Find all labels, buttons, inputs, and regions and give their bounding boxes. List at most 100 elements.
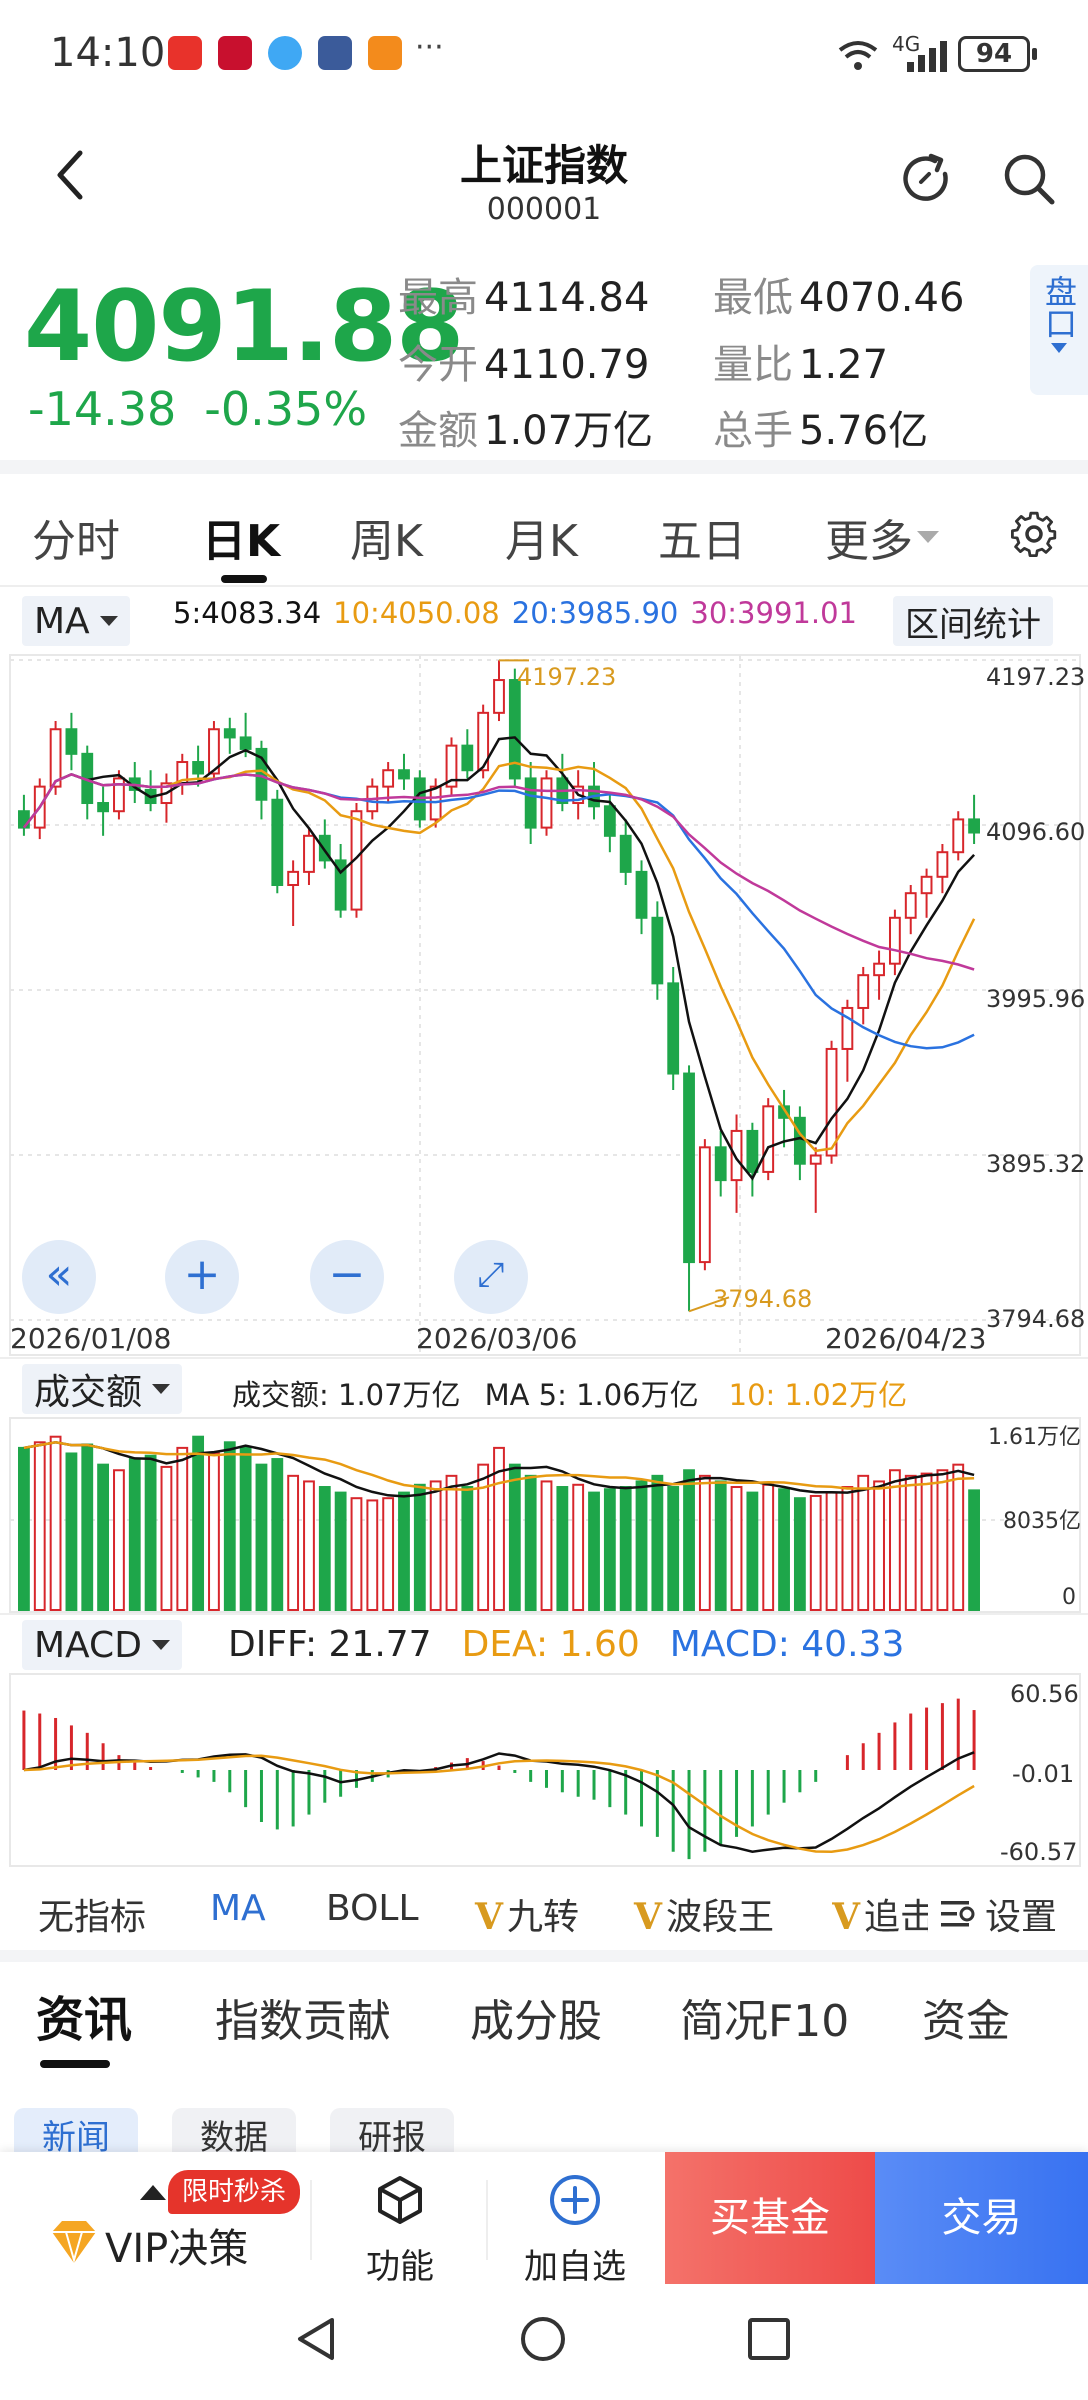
macd-y-label: -60.57 [1000,1838,1078,1866]
volume-bar [208,1452,220,1612]
features-button[interactable]: 功能 [340,2152,460,2287]
diamond-icon [52,2221,96,2264]
indicator-none[interactable]: 无指标 [38,1888,146,1940]
kline-y-label: 3995.96 [986,985,1086,1013]
macd-diff: DIFF: 21.77 [228,1624,432,1665]
tab-profile-f10[interactable]: 简况F10 [680,1985,849,2049]
candle-body [97,802,110,813]
volume-bar [33,1441,46,1611]
tab-capital-flow[interactable]: 资金 [922,1985,1010,2049]
date-label: 2026/01/08 [10,1322,172,1355]
fullscreen-icon[interactable]: ⤢ [454,1240,528,1314]
vip-label: VIP决策 [105,2226,249,2272]
candle-body [651,916,664,985]
volume-bar [192,1435,205,1612]
volume-legend: 成交额: 1.07万亿 MA 5: 1.06万亿 10: 1.02万亿 [232,1372,907,1414]
candle-body [493,679,505,714]
zoom-in-button[interactable]: + [165,1240,239,1314]
bar-separator [486,2180,488,2260]
candle-body [635,870,648,919]
volume-bar [556,1486,569,1612]
bar-separator [310,2180,312,2260]
volume-bar [382,1497,395,1611]
cube-icon [378,2176,422,2224]
macd-legend: DIFF: 21.77 DEA: 1.60 MACD: 40.33 [228,1624,904,1665]
chart-area[interactable] [0,0,1088,1880]
settings-list-icon [941,1901,975,1927]
kline-frame [9,654,1081,1356]
volume-y-label: 0 [1062,1585,1076,1610]
macd-selector[interactable]: MACD [22,1620,182,1670]
volume-bar [888,1469,901,1611]
indicator-label: 波段王 [665,1897,774,1938]
kline-y-label: 3794.68 [986,1305,1086,1333]
volume-bar [540,1480,553,1612]
plus-circle-icon [550,2175,600,2225]
volume-bar [619,1486,632,1612]
candle-body [952,818,965,854]
chevron-down-icon [152,1384,171,1394]
volume-bar [461,1486,474,1612]
tab-constituents[interactable]: 成分股 [470,1985,602,2049]
volume-y-label: 8035亿 [1003,1509,1081,1534]
candle-body [398,769,410,780]
indicator-settings[interactable]: 设置 [935,1888,1058,1940]
nav-home-icon[interactable] [518,2314,568,2364]
indicator-boll[interactable]: BOLL [326,1888,419,1929]
volume-bar [255,1463,268,1611]
trade-button[interactable]: 交易 [875,2152,1088,2284]
candle-body [287,870,300,886]
volume-bar [635,1480,648,1612]
candle-body [714,1146,727,1182]
buy-fund-button[interactable]: 买基金 [665,2152,875,2284]
volume-bar [952,1463,965,1611]
date-label: 2026/04/23 [825,1322,987,1355]
indicator-nine-turn[interactable]: V 九转 [475,1888,579,1940]
zoom-out-button[interactable]: − [310,1240,384,1314]
volume-bar [730,1486,743,1612]
date-label: 2026/03/06 [416,1322,578,1355]
volume-bar [825,1491,838,1611]
volume-bar [160,1465,173,1611]
indicator-band-king[interactable]: V 波段王 [634,1888,774,1940]
candle-body [825,1047,838,1157]
volume-bar [176,1446,189,1611]
kline-y-label: 4096.60 [986,818,1086,846]
flash-sale-badge: 限时秒杀 [168,2170,301,2214]
scroll-left-button[interactable]: « [22,1240,96,1314]
add-watchlist-button[interactable]: 加自选 [505,2152,645,2287]
chevron-down-icon [151,1640,170,1650]
volume-bar [366,1499,379,1612]
candle-body [667,982,680,1075]
volume-bar [239,1446,252,1611]
volume-bar [223,1441,236,1611]
volume-selector[interactable]: 成交额 [22,1364,183,1414]
volume-bar [49,1435,62,1612]
volume-bar [841,1486,854,1612]
volume-bar [429,1480,442,1612]
tab-index-contribution[interactable]: 指数贡献 [215,1985,391,2049]
low-marker-label: 3794.68 [713,1285,813,1313]
indicator-chase[interactable]: V 追击 [832,1888,928,1940]
volume-bar [667,1486,680,1612]
nav-back-icon[interactable] [292,2314,342,2364]
macd-y-label: -0.01 [1012,1760,1075,1788]
volume-bar [904,1474,917,1611]
v-badge-icon: V [475,1896,503,1938]
volume-bar [714,1480,727,1612]
volume-bar [97,1463,110,1611]
macd-frame [9,1673,1081,1867]
candle-body [857,974,870,1009]
volume-bar [508,1463,521,1611]
tab-news-info[interactable]: 资讯 [36,1980,132,2050]
indicator-label: 九转 [506,1897,579,1938]
volume-selector-label: 成交额 [34,1372,143,1413]
volume-ma10: 10: 1.02万亿 [728,1378,908,1412]
volume-bar [809,1494,822,1612]
volume-bar [287,1474,300,1611]
indicator-ma[interactable]: MA [210,1888,266,1929]
section-divider [0,1950,1088,1962]
volume-bar [398,1491,410,1611]
nav-recents-icon[interactable] [744,2314,794,2364]
volume-bar [350,1497,363,1611]
